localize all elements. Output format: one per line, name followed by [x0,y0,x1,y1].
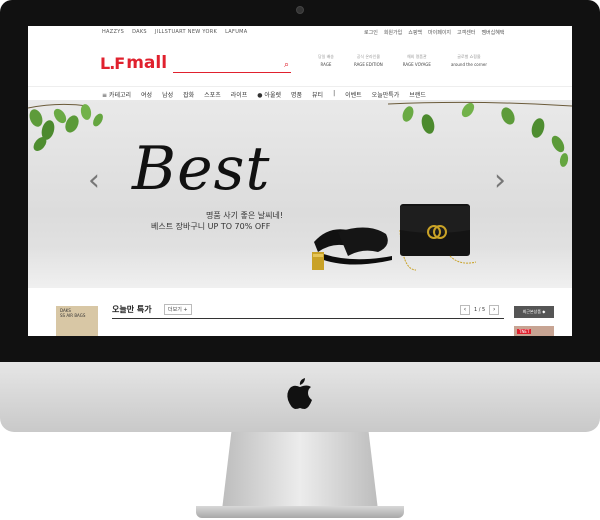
monitor-foot [196,506,404,518]
thumb-caption: DAKS SS AIR BAGS [60,308,85,318]
brand-link-jillstuart[interactable]: JILLSTUART NEW YORK [155,29,217,35]
apple-logo-icon [287,378,312,409]
promo-link[interactable]: 공식 온라인몰 RAGE EDITION [354,54,383,67]
brand-link-daks[interactable]: DAKS [132,29,147,35]
promo-top-text: 당일 배송 [318,54,334,59]
deal-pager: ‹ 1 / 5 › [460,305,500,315]
monitor-bezel: HAZZYS DAKS JILLSTUART NEW YORK LAFUMA 로… [0,0,600,362]
deal-thumbnail[interactable]: DAKS SS AIR BAGS [56,306,98,336]
promo-link[interactable]: 해외 명품관 RAGE VOYAGE [403,54,431,67]
nav-item-accessories[interactable]: 잡화 [183,90,194,99]
nav-items: ≡ 카테고리 여성 남성 잡화 스포츠 라이프 ● 아울렛 명품 뷰티 | 이벤… [102,90,426,99]
pager-count: 1 / 5 [474,307,486,313]
promo-link[interactable]: 글로벌 쇼핑몰 around the corner [451,54,487,67]
recently-viewed-button[interactable]: 최근본상품 ◆ [514,306,554,318]
logo-mark: L.F [100,53,125,73]
nav-item-sports[interactable]: 스포츠 [204,90,221,99]
utility-links: 로그인 회원가입 쇼핑백 마이페이지 고객센터 멤버십혜택 [364,29,504,36]
handbag-image [399,204,476,271]
search-input[interactable] [173,69,277,79]
hero-offer-text: 베스트 장바구니 UP TO 70% OFF [151,222,271,231]
customer-center-link[interactable]: 고객센터 [457,29,475,36]
today-deal-section: DAKS SS AIR BAGS 오늘만 특가 더보기 + ‹ 1 / 5 › … [28,288,572,336]
mypage-link[interactable]: 마이페이지 [428,29,451,36]
nav-item-luxury[interactable]: 명품 [291,90,302,99]
camera-icon [296,6,304,14]
hero-banner[interactable]: ‹ › Best 명품 사기 좋은 날씨네! 베스트 장바구니 UP TO 70… [28,100,572,288]
promo-bottom-text: RAGE EDITION [354,62,383,67]
nav-item-women[interactable]: 여성 [141,90,152,99]
search-box: ⌕ [173,60,291,79]
promo-bottom-text: around the corner [450,62,487,67]
monitor-stand [222,432,378,510]
nav-item-outlet[interactable]: ● 아울렛 [257,90,281,99]
sandal-image [312,227,392,270]
promo-top-text: 공식 온라인몰 [356,54,381,59]
hero-prev-arrow[interactable]: ‹ [88,166,100,196]
section-divider [112,318,504,319]
nav-item-brand[interactable]: 브랜드 [409,90,426,99]
pager-prev-button[interactable]: ‹ [460,305,470,315]
cart-link[interactable]: 쇼핑백 [408,29,422,36]
promo-bottom-text: RAGE [320,62,332,67]
site-logo[interactable]: L.F mall [100,53,167,73]
nav-item-event[interactable]: 이벤트 [345,90,362,99]
leaves-right-image [388,101,572,167]
brand-links: HAZZYS DAKS JILLSTUART NEW YORK LAFUMA [102,29,248,35]
top-utility-bar: HAZZYS DAKS JILLSTUART NEW YORK LAFUMA 로… [28,26,572,40]
browser-screen: HAZZYS DAKS JILLSTUART NEW YORK LAFUMA 로… [28,26,572,336]
side-tag: TNET [517,329,532,334]
nav-divider: | [333,90,336,97]
promo-link[interactable]: 당일 배송 RAGE [318,54,334,67]
header-promos: 당일 배송 RAGE 공식 온라인몰 RAGE EDITION 해외 명품관 R… [318,54,487,67]
nav-item-category[interactable]: ≡ 카테고리 [102,90,131,99]
login-link[interactable]: 로그인 [364,29,378,36]
brand-link-hazzys[interactable]: HAZZYS [102,29,124,35]
promo-top-text: 글로벌 쇼핑몰 [457,54,481,59]
hero-subtitle: 명품 사기 좋은 날씨네! [206,211,284,220]
hero-next-arrow[interactable]: › [494,166,506,196]
main-nav: ≡ 카테고리 여성 남성 잡화 스포츠 라이프 ● 아울렛 명품 뷰티 | 이벤… [28,86,572,101]
promo-bottom-text: RAGE VOYAGE [402,62,431,67]
logo-word: mall [126,53,168,73]
nav-item-beauty[interactable]: 뷰티 [312,90,323,99]
brand-link-lafuma[interactable]: LAFUMA [225,29,247,35]
hero-floor [28,250,572,288]
nav-item-men[interactable]: 남성 [162,90,173,99]
nav-item-life[interactable]: 라이프 [231,90,248,99]
promo-top-text: 해외 명품관 [407,54,427,59]
deal-section-title: 오늘만 특가 [112,305,152,314]
thumb-caption-line: SS AIR BAGS [60,313,86,318]
site-header: L.F mall ⌕ 당일 배송 RAGE 공식 온라인몰 RAGE EDITI… [28,40,572,86]
leaves-left-image [28,103,103,151]
signup-link[interactable]: 회원가입 [384,29,402,36]
nav-item-today-deal[interactable]: 오늘만특가 [372,90,400,99]
search-icon[interactable]: ⌕ [284,61,289,70]
more-button[interactable]: 더보기 + [164,304,192,315]
hero-headline: Best [132,134,271,204]
recently-viewed-thumb[interactable]: TNET [514,326,554,336]
pager-next-button[interactable]: › [489,305,500,315]
membership-link[interactable]: 멤버십혜택 [481,29,504,36]
